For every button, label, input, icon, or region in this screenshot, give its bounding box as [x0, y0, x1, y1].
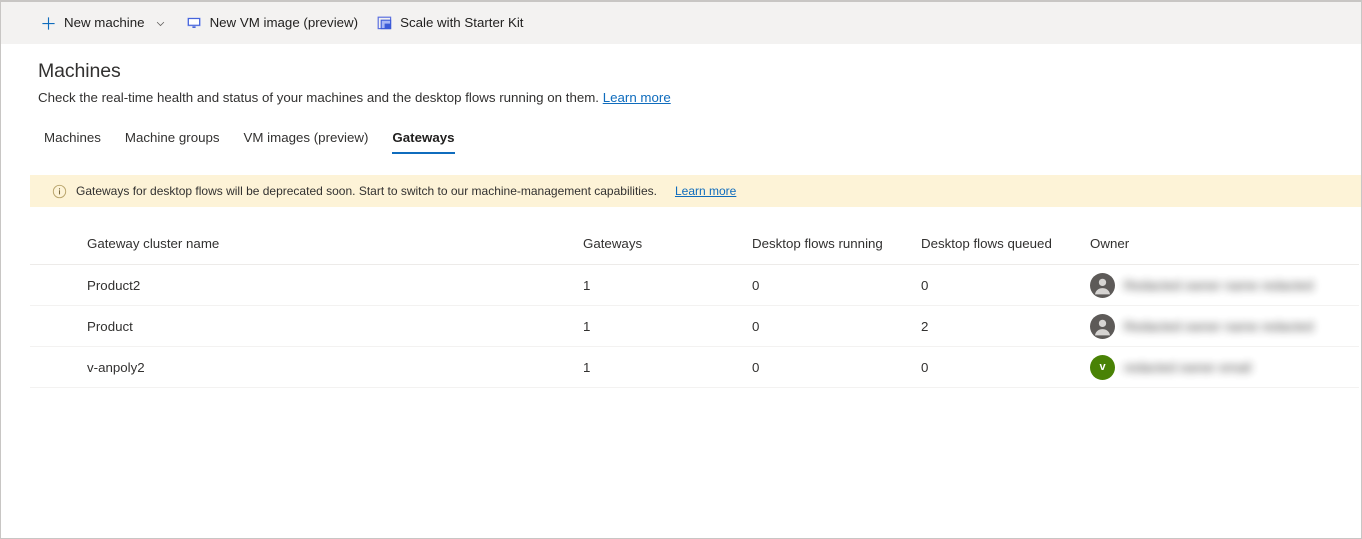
cell-desktop-flows-queued: 0: [921, 277, 929, 293]
tab-machine-groups[interactable]: Machine groups: [113, 126, 232, 154]
pivot-tabs: Machines Machine groups VM images (previ…: [32, 126, 467, 154]
cell-desktop-flows-queued: 0: [921, 359, 929, 375]
gateways-table: Gateway cluster name Gateways Desktop fl…: [30, 223, 1359, 388]
new-machine-button[interactable]: New machine: [31, 7, 177, 39]
message-bar-text: Gateways for desktop flows will be depre…: [76, 184, 657, 198]
cell-gateways: 1: [583, 277, 591, 293]
column-header-desktop-flows-queued[interactable]: Desktop flows queued: [921, 236, 1090, 251]
table-row[interactable]: Product 1 0 2 Redacted owner name redact…: [30, 306, 1359, 347]
table-row[interactable]: v-anpoly2 1 0 0 v redacted owner email: [30, 347, 1359, 388]
page-body: Machines Check the real-time health and …: [1, 44, 1361, 538]
page-title: Machines: [38, 60, 121, 82]
machines-page: New machine New VM image (preview) Scale…: [0, 0, 1362, 539]
plus-icon: [40, 15, 57, 32]
avatar: [1090, 313, 1115, 339]
page-subtitle-text: Check the real-time health and status of…: [38, 90, 600, 105]
cell-desktop-flows-running: 0: [752, 318, 760, 334]
owner-name: Redacted owner name redacted: [1124, 277, 1314, 293]
cell-desktop-flows-queued: 2: [921, 318, 929, 334]
tab-vm-images[interactable]: VM images (preview): [232, 126, 381, 154]
scale-with-starter-kit-button[interactable]: Scale with Starter Kit: [367, 7, 532, 39]
cell-gateway-cluster-name: Product: [87, 318, 133, 334]
page-subtitle: Check the real-time health and status of…: [38, 90, 671, 105]
owner-name: Redacted owner name redacted: [1124, 318, 1314, 334]
avatar: [1090, 272, 1115, 298]
tab-machines[interactable]: Machines: [32, 126, 113, 154]
new-vm-image-button[interactable]: New VM image (preview): [177, 7, 368, 39]
new-vm-image-label: New VM image (preview): [209, 15, 359, 30]
command-bar: New machine New VM image (preview) Scale…: [1, 2, 1361, 44]
cell-gateways: 1: [583, 359, 591, 375]
cell-desktop-flows-running: 0: [752, 277, 760, 293]
scale-starter-kit-label: Scale with Starter Kit: [400, 15, 524, 30]
deprecation-message-bar: Gateways for desktop flows will be depre…: [30, 175, 1361, 207]
new-machine-label: New machine: [64, 15, 145, 30]
owner-name: redacted owner email: [1124, 359, 1252, 375]
column-header-gateway-cluster-name[interactable]: Gateway cluster name: [30, 236, 583, 251]
cell-owner: v redacted owner email: [1090, 354, 1359, 380]
message-bar-learn-more-link[interactable]: Learn more: [675, 184, 736, 198]
table-row[interactable]: Product2 1 0 0 Redacted owner name redac…: [30, 265, 1359, 306]
cell-gateway-cluster-name: Product2: [87, 277, 141, 293]
cell-gateways: 1: [583, 318, 591, 334]
tab-gateways[interactable]: Gateways: [380, 126, 466, 154]
info-icon: [52, 184, 67, 199]
column-header-owner[interactable]: Owner: [1090, 236, 1359, 251]
monitor-icon: [186, 15, 203, 32]
column-header-gateways[interactable]: Gateways: [583, 236, 752, 251]
column-header-desktop-flows-running[interactable]: Desktop flows running: [752, 236, 921, 251]
cell-owner: Redacted owner name redacted: [1090, 272, 1359, 298]
cell-gateway-cluster-name: v-anpoly2: [87, 359, 145, 375]
cell-owner: Redacted owner name redacted: [1090, 313, 1359, 339]
avatar: v: [1090, 354, 1115, 380]
page-subtitle-learn-more-link[interactable]: Learn more: [603, 90, 671, 105]
table-header-row: Gateway cluster name Gateways Desktop fl…: [30, 223, 1359, 265]
cell-desktop-flows-running: 0: [752, 359, 760, 375]
chevron-down-icon[interactable]: [154, 16, 168, 30]
scale-starter-kit-icon: [376, 15, 393, 32]
